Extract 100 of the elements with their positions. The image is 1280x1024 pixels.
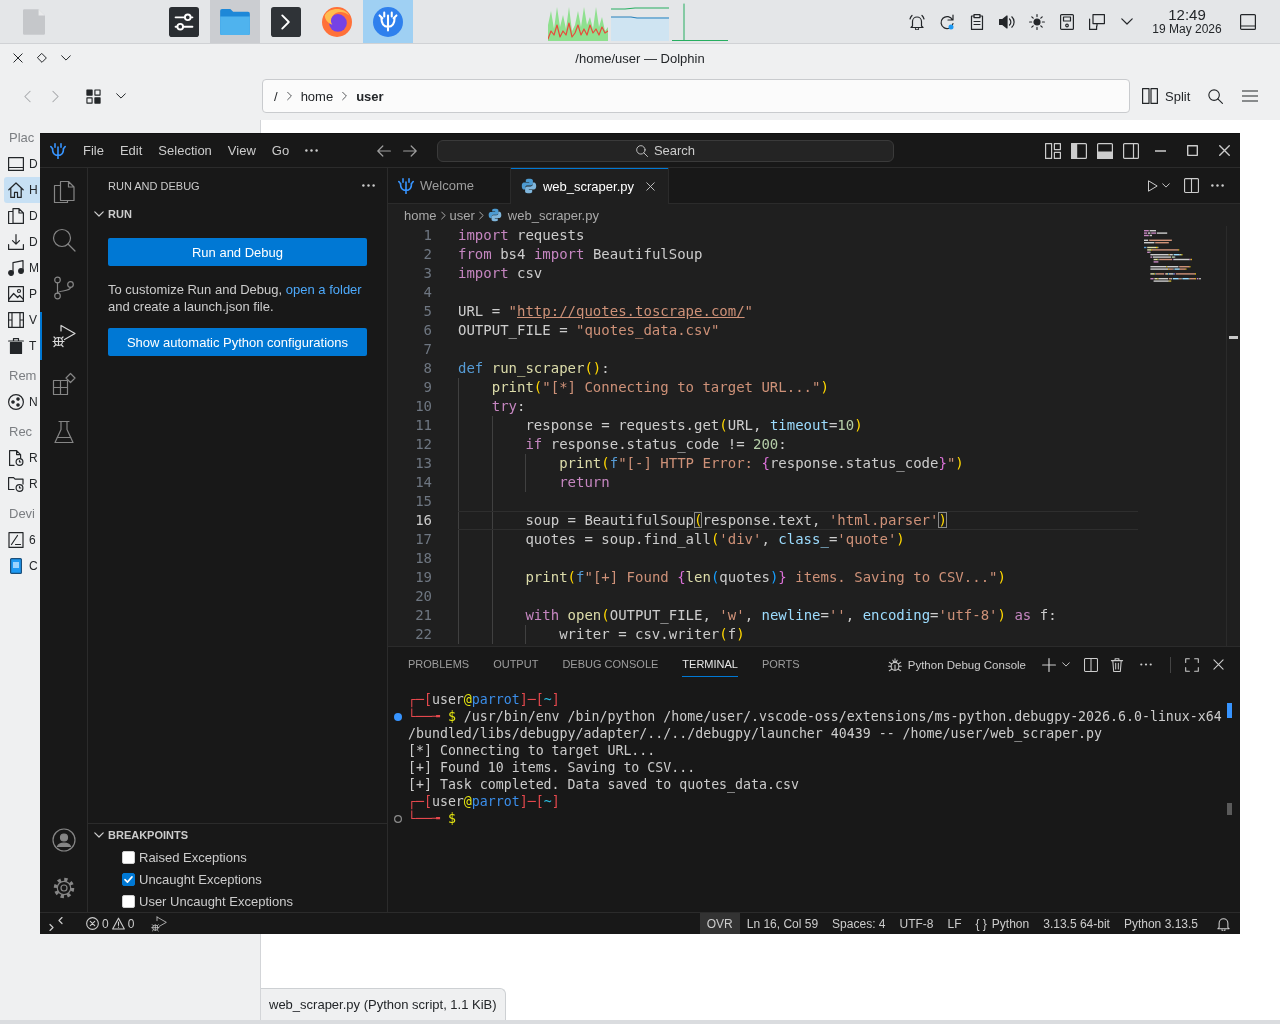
notification-bell-icon[interactable] [909, 13, 925, 30]
drive-icon [8, 532, 24, 548]
status-item[interactable]: 3.13.5 64-bit [1036, 913, 1117, 934]
places-item[interactable]: D [4, 151, 40, 177]
maximize-icon[interactable] [1186, 145, 1198, 156]
places-item[interactable]: R [4, 471, 40, 497]
python-config-button[interactable]: Show automatic Python configurations [108, 328, 367, 356]
maximize-icon[interactable] [1185, 657, 1199, 672]
caret-icon[interactable] [116, 93, 126, 99]
breadcrumb-item[interactable]: web_scraper.py [487, 207, 599, 223]
places-item[interactable]: N [4, 389, 40, 415]
line-number: 19 [414, 568, 433, 587]
menu-item[interactable]: File [75, 139, 112, 162]
split-icon[interactable] [1084, 657, 1098, 672]
add-icon[interactable] [1042, 657, 1056, 672]
scrollbar[interactable] [1226, 226, 1240, 646]
menu-item[interactable]: Edit [111, 139, 151, 162]
more-icon[interactable] [362, 184, 375, 187]
layout-icon[interactable] [1045, 142, 1061, 159]
places-item[interactable]: 6 [4, 527, 40, 553]
panel-tab[interactable]: TERMINAL [682, 652, 738, 677]
drive-icon[interactable] [1060, 13, 1074, 30]
volume-icon[interactable] [999, 14, 1015, 29]
places-item[interactable]: V [4, 307, 40, 333]
terminal-line: [*] Connecting to target URL... [408, 742, 656, 759]
trash-icon[interactable] [1110, 657, 1124, 672]
more-icon[interactable] [305, 149, 319, 152]
places-item[interactable]: M [4, 255, 40, 281]
sidebar-toggle-icon[interactable] [1071, 142, 1087, 159]
command-center[interactable]: Search [437, 139, 894, 162]
places-item[interactable]: P [4, 281, 40, 307]
problems-button[interactable]: 0 0 [79, 913, 142, 934]
status-item[interactable]: Spaces: 4 [825, 913, 893, 934]
editor-tab[interactable]: Welcome [388, 168, 511, 203]
split-editor-icon[interactable] [1184, 178, 1199, 193]
panel-toggle-icon[interactable] [1097, 142, 1113, 159]
chevron-icon[interactable] [61, 55, 71, 61]
clipboard-icon[interactable] [970, 13, 984, 30]
minimap-drawing[interactable] [1144, 230, 1201, 282]
status-item[interactable]: LF [940, 913, 969, 934]
split-button[interactable]: Split [1142, 88, 1191, 104]
view-mode-icon[interactable] [86, 88, 101, 104]
editor-tab[interactable]: web_scraper.py [510, 168, 669, 204]
run-icon[interactable] [1148, 179, 1158, 192]
status-item[interactable]: OVR [699, 913, 740, 934]
menu-item[interactable]: Selection [150, 139, 220, 162]
places-item[interactable]: C [4, 553, 40, 579]
panel-tab[interactable]: OUTPUT [493, 652, 539, 677]
phone-icon [10, 558, 22, 574]
breadcrumb-item[interactable]: user [449, 207, 475, 223]
location-bar[interactable]: / home user [262, 79, 1130, 113]
trash-icon [8, 338, 24, 354]
account-icon[interactable] [51, 828, 76, 852]
clock-time[interactable]: 12:49 [1168, 5, 1206, 24]
diamond-icon[interactable] [37, 53, 47, 63]
menu-item[interactable]: Go [263, 139, 298, 162]
chevron-icon[interactable] [1121, 18, 1133, 25]
panel-tab[interactable]: PORTS [761, 652, 800, 677]
search-icon[interactable] [1208, 88, 1224, 104]
monitor-icon[interactable] [1089, 13, 1105, 30]
places-item[interactable]: D [4, 229, 40, 255]
panel-tab[interactable]: PROBLEMS [408, 652, 470, 677]
secondary-sidebar-icon[interactable] [1123, 142, 1139, 159]
settings-icon[interactable] [51, 876, 76, 900]
checkbox[interactable] [122, 872, 135, 886]
command-pending-icon[interactable] [394, 814, 402, 823]
section-header[interactable]: BREAKPOINTS [88, 824, 387, 846]
path-segment[interactable]: home [300, 88, 334, 104]
menu-icon[interactable] [1242, 90, 1259, 102]
forward-icon[interactable] [403, 144, 417, 157]
places-item[interactable]: T [4, 333, 40, 359]
brightness-icon[interactable] [1029, 13, 1045, 30]
back-icon[interactable] [377, 144, 391, 157]
clock-date[interactable]: 19 May 2026 [1152, 23, 1222, 37]
remote-icon[interactable] [49, 916, 63, 931]
close-icon[interactable] [13, 53, 23, 63]
run-debug-button[interactable]: Run and Debug [108, 238, 367, 266]
run-debug-icon[interactable] [151, 915, 168, 932]
image-icon [8, 286, 24, 302]
status-item[interactable]: { } Python [968, 913, 1037, 934]
status-item[interactable]: Python 3.13.5 [1116, 913, 1205, 934]
menu-item[interactable]: View [219, 139, 264, 162]
update-icon[interactable] [939, 13, 955, 30]
panel-tab[interactable]: DEBUG CONSOLE [562, 652, 659, 677]
more-icon[interactable] [1140, 663, 1152, 666]
command-done-icon[interactable] [394, 712, 402, 721]
path-segment[interactable]: / [274, 88, 278, 104]
places-item[interactable]: H [4, 177, 40, 203]
show-desktop-icon[interactable] [1240, 13, 1256, 30]
status-item[interactable]: Ln 16, Col 59 [739, 913, 826, 934]
minimize-icon[interactable] [1154, 149, 1166, 152]
breadcrumb-item[interactable]: home [404, 207, 437, 223]
terminal-selector[interactable]: Python Debug Console [887, 657, 1026, 672]
places-item[interactable]: D [4, 203, 40, 229]
path-segment[interactable]: user [356, 88, 384, 104]
open-folder-link[interactable]: open a folder [285, 282, 362, 297]
status-item[interactable]: UTF-8 [892, 913, 941, 934]
more-icon[interactable] [1211, 184, 1224, 187]
places-item[interactable]: R [4, 445, 40, 471]
section-header[interactable]: RUN [88, 203, 387, 225]
